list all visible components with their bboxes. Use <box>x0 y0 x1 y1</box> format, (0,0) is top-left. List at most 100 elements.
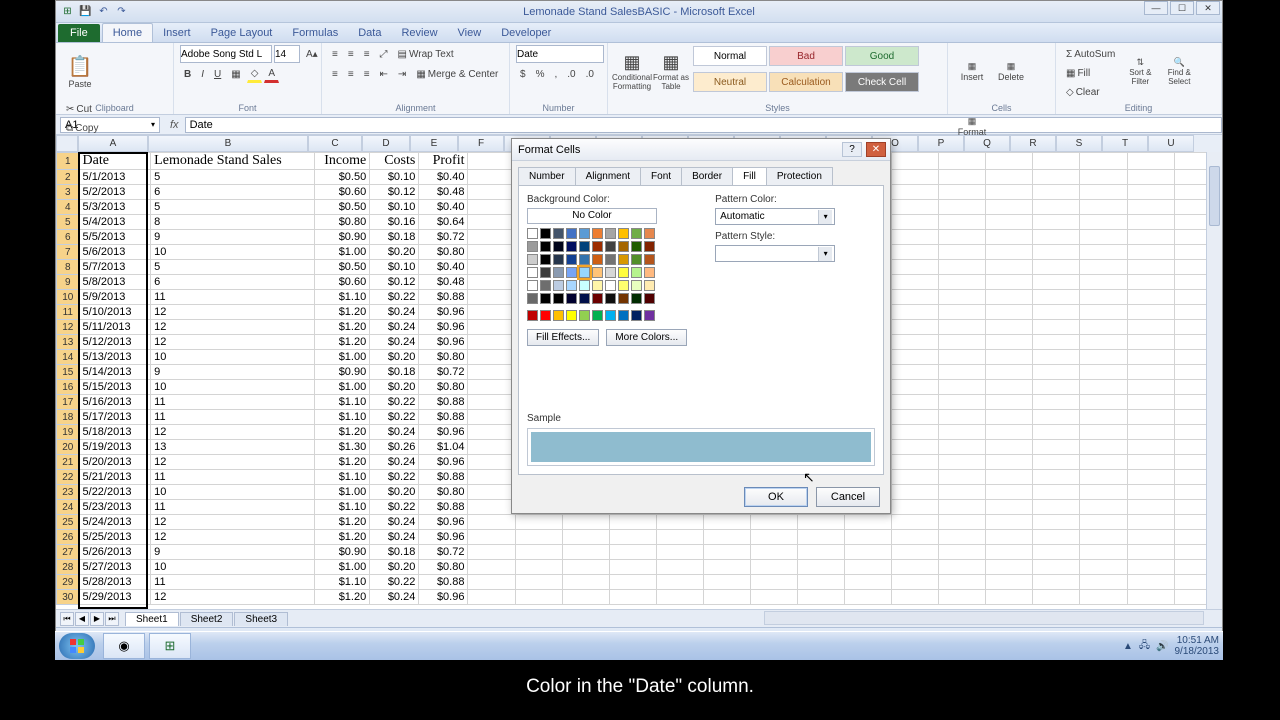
save-icon[interactable]: 💾 <box>78 4 93 19</box>
dialog-tab-fill[interactable]: Fill <box>732 167 767 185</box>
tab-page-layout[interactable]: Page Layout <box>201 24 283 42</box>
style-neutral[interactable]: Neutral <box>693 72 767 92</box>
col-header-B[interactable]: B <box>148 135 308 152</box>
orientation-icon[interactable]: ⤢ <box>376 45 392 63</box>
col-header-E[interactable]: E <box>410 135 458 152</box>
tab-review[interactable]: Review <box>391 24 447 42</box>
start-button[interactable] <box>59 633 95 659</box>
tab-developer[interactable]: Developer <box>491 24 561 42</box>
maximize-button[interactable]: ☐ <box>1170 1 1194 15</box>
tab-view[interactable]: View <box>448 24 492 42</box>
tray-network-icon[interactable]: 🖧 <box>1139 638 1150 655</box>
style-check-cell[interactable]: Check Cell <box>845 72 919 92</box>
fill-color-button[interactable]: ◇ <box>247 65 263 83</box>
fill-effects-button[interactable]: Fill Effects... <box>527 329 599 346</box>
col-header-U[interactable]: U <box>1148 135 1194 152</box>
indent-dec-icon[interactable]: ⇤ <box>376 65 392 83</box>
col-header-A[interactable]: A <box>78 135 148 152</box>
standard-color-swatches[interactable] <box>527 310 667 321</box>
style-good[interactable]: Good <box>845 46 919 66</box>
indent-inc-icon[interactable]: ⇥ <box>394 65 410 83</box>
cond-format-button[interactable]: ▦Conditional Formatting <box>614 45 650 97</box>
minimize-button[interactable]: — <box>1144 1 1168 15</box>
font-size-select[interactable] <box>274 45 300 63</box>
sort-filter-button[interactable]: ⇅Sort & Filter <box>1122 45 1158 97</box>
merge-center-button[interactable]: ▦ Merge & Center <box>412 65 502 83</box>
col-header-D[interactable]: D <box>362 135 410 152</box>
col-header-R[interactable]: R <box>1010 135 1056 152</box>
col-header-S[interactable]: S <box>1056 135 1102 152</box>
delete-cells-button[interactable]: ▦Delete <box>993 45 1029 97</box>
dialog-close-icon[interactable]: ✕ <box>866 142 886 157</box>
tab-data[interactable]: Data <box>348 24 391 42</box>
clear-button[interactable]: ◇ Clear <box>1062 83 1119 101</box>
find-select-button[interactable]: 🔍Find & Select <box>1161 45 1197 97</box>
vertical-scrollbar[interactable] <box>1206 152 1222 609</box>
cancel-button[interactable]: Cancel <box>816 487 880 507</box>
autosum-button[interactable]: Σ AutoSum <box>1062 45 1119 63</box>
number-format-select[interactable] <box>516 45 604 63</box>
col-header-Q[interactable]: Q <box>964 135 1010 152</box>
tab-home[interactable]: Home <box>102 23 153 42</box>
pattern-color-select[interactable]: Automatic▾ <box>715 208 835 225</box>
tab-formulas[interactable]: Formulas <box>282 24 348 42</box>
align-left-icon[interactable]: ≡ <box>328 65 342 83</box>
file-tab[interactable]: File <box>58 24 100 42</box>
format-table-button[interactable]: ▦Format as Table <box>653 45 689 97</box>
style-bad[interactable]: Bad <box>769 46 843 66</box>
font-family-select[interactable] <box>180 45 272 63</box>
paste-button[interactable]: 📋Paste <box>62 45 98 97</box>
grow-font-icon[interactable]: A▴ <box>302 45 322 63</box>
sheet-tab-sheet3[interactable]: Sheet3 <box>234 612 288 626</box>
taskbar-chrome[interactable]: ◉ <box>103 633 145 659</box>
sheet-nav-first-icon[interactable]: ⏮ <box>60 612 74 626</box>
insert-cells-button[interactable]: ▦Insert <box>954 45 990 97</box>
tray-flag-icon[interactable]: ▲ <box>1123 641 1133 652</box>
cell-styles-gallery[interactable]: NormalBadGoodNeutralCalculationCheck Cel… <box>692 45 928 97</box>
dialog-tab-protection[interactable]: Protection <box>766 167 833 185</box>
dialog-help-icon[interactable]: ? <box>842 142 862 157</box>
dialog-tab-number[interactable]: Number <box>518 167 576 185</box>
sheet-nav-prev-icon[interactable]: ◀ <box>75 612 89 626</box>
font-color-button[interactable]: A <box>264 65 279 83</box>
dialog-titlebar[interactable]: Format Cells ? ✕ <box>512 139 890 161</box>
percent-icon[interactable]: % <box>532 65 549 83</box>
italic-button[interactable]: I <box>197 65 208 83</box>
sheet-nav-last-icon[interactable]: ⏭ <box>105 612 119 626</box>
currency-icon[interactable]: $ <box>516 65 530 83</box>
underline-button[interactable]: U <box>210 65 225 83</box>
decrease-decimal-icon[interactable]: .0 <box>582 65 598 83</box>
increase-decimal-icon[interactable]: .0 <box>563 65 579 83</box>
sheet-tab-sheet1[interactable]: Sheet1 <box>125 612 179 626</box>
style-calculation[interactable]: Calculation <box>769 72 843 92</box>
align-bot-icon[interactable]: ≡ <box>360 45 374 63</box>
sheet-tab-sheet2[interactable]: Sheet2 <box>180 612 234 626</box>
more-colors-button[interactable]: More Colors... <box>606 329 687 346</box>
taskbar-excel[interactable]: ⊞ <box>149 633 191 659</box>
no-color-button[interactable]: No Color <box>527 208 657 224</box>
sheet-nav-next-icon[interactable]: ▶ <box>90 612 104 626</box>
redo-icon[interactable]: ↷ <box>114 4 129 19</box>
horizontal-scrollbar[interactable] <box>764 611 1204 625</box>
col-header-C[interactable]: C <box>308 135 362 152</box>
col-header-F[interactable]: F <box>458 135 504 152</box>
pattern-style-select[interactable]: ▾ <box>715 245 835 262</box>
tab-insert[interactable]: Insert <box>153 24 201 42</box>
col-header-T[interactable]: T <box>1102 135 1148 152</box>
align-top-icon[interactable]: ≡ <box>328 45 342 63</box>
ok-button[interactable]: OK <box>744 487 808 507</box>
align-right-icon[interactable]: ≡ <box>360 65 374 83</box>
fx-icon[interactable]: fx <box>170 119 179 131</box>
dialog-tab-border[interactable]: Border <box>681 167 733 185</box>
formula-bar[interactable]: Date <box>185 117 1222 133</box>
bold-button[interactable]: B <box>180 65 195 83</box>
dialog-tab-alignment[interactable]: Alignment <box>575 167 641 185</box>
comma-icon[interactable]: , <box>550 65 561 83</box>
fill-button[interactable]: ▦ Fill <box>1062 64 1119 82</box>
col-header-P[interactable]: P <box>918 135 964 152</box>
theme-color-swatches[interactable] <box>527 228 667 304</box>
wrap-text-button[interactable]: ▤ Wrap Text <box>394 45 458 63</box>
align-center-icon[interactable]: ≡ <box>344 65 358 83</box>
dialog-tab-font[interactable]: Font <box>640 167 682 185</box>
tray-sound-icon[interactable]: 🔊 <box>1156 641 1168 652</box>
